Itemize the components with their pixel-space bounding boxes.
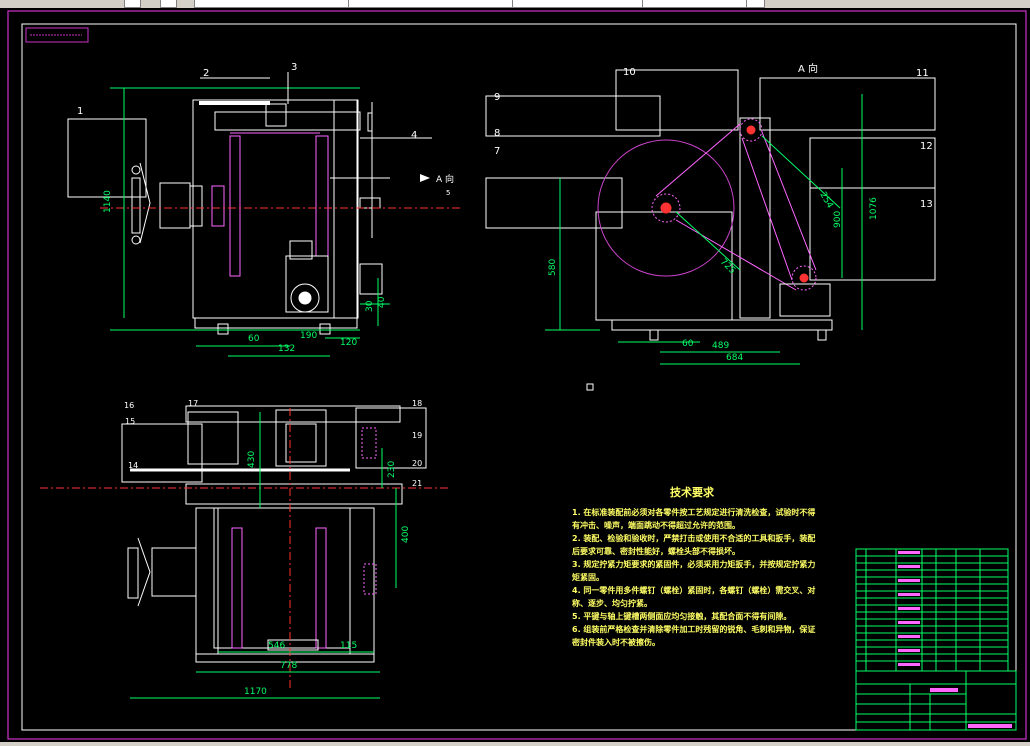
part-number: 4 [411, 130, 417, 141]
dim-label: 190 [300, 331, 317, 341]
dim-label: 430 [247, 451, 257, 468]
front-dims [110, 87, 390, 357]
dim-label: 1140 [103, 190, 113, 213]
part-number: 2 [203, 68, 209, 79]
dim-label: 778 [280, 661, 297, 671]
dim-label: 1076 [869, 197, 879, 220]
part-number: 12 [920, 141, 933, 152]
part-number: 5 [446, 189, 450, 197]
part-number: 15 [125, 417, 135, 426]
part-number: 16 [124, 401, 134, 410]
tech-item: 5. 平键与轴上键槽两侧面应均匀接触，其配合面不得有间隙。 [572, 612, 792, 621]
drawing-canvas[interactable]: A 向 1140 60 132 190 120 40 30 1 2 3 4 5 [0, 8, 1030, 742]
title-block [855, 670, 1017, 731]
dim-label: 580 [548, 259, 558, 276]
side-dims [545, 94, 863, 365]
part-number: 10 [623, 67, 636, 78]
dim-label: 489 [712, 341, 729, 351]
tech-item: 1. 在标准装配前必须对各零件按工艺规定进行清洗检查，试验时不得有冲击、噪声，端… [572, 508, 816, 530]
tech-requirements: 1. 在标准装配前必须对各零件按工艺规定进行清洗检查，试验时不得有冲击、噪声，端… [572, 506, 820, 649]
part-number: 7 [494, 146, 500, 157]
tech-item: 2. 装配、检验和验收时，严禁打击或使用不合适的工具和扳手，装配后要求可靠、密封… [572, 534, 816, 556]
dim-label: 40 [377, 296, 387, 308]
side-view [485, 69, 936, 341]
part-number: 13 [920, 199, 933, 210]
cad-drawing: A 向 1140 60 132 190 120 40 30 1 2 3 4 5 [7, 10, 1027, 740]
dim-label: 254 [817, 191, 834, 211]
dim-label: 725 [718, 257, 737, 276]
part-number: 11 [916, 68, 929, 79]
dim-label: 546 [268, 641, 285, 651]
part-number: 8 [494, 128, 500, 139]
dim-label: 30 [365, 300, 375, 312]
parts-list [855, 548, 1009, 672]
lineweight-dropdown[interactable] [512, 0, 643, 8]
part-number: 1 [77, 106, 83, 117]
part-number: 17 [188, 399, 198, 408]
toolbar-icon[interactable] [124, 0, 141, 8]
dim-label: 1170 [244, 687, 267, 697]
toolbar-icon[interactable] [160, 0, 177, 8]
dim-label: 115 [340, 641, 357, 651]
dim-label: 900 [833, 211, 843, 228]
part-number: 21 [412, 479, 422, 488]
linetype-dropdown[interactable] [348, 0, 513, 8]
front-view [67, 99, 383, 335]
dim-label: 132 [278, 344, 295, 354]
dim-label: 230 [387, 461, 397, 478]
dim-label: 60 [682, 339, 694, 349]
part-number: 9 [494, 92, 500, 103]
arrow-a-label: A 向 [436, 173, 454, 185]
part-number: 3 [291, 62, 297, 73]
toolbar-icon[interactable] [746, 0, 765, 8]
tech-item: 6. 组装前严格检查并清除零件加工时残留的锐角、毛刺和异物，保证密封件装入时不被… [572, 625, 816, 647]
dim-label: 400 [401, 526, 411, 543]
plotstyle-dropdown[interactable] [642, 0, 747, 8]
dim-label: 60 [248, 334, 260, 344]
layer-dropdown[interactable] [194, 0, 349, 8]
tech-item: 3. 规定拧紧力矩要求的紧固件，必须采用力矩扳手，并按规定拧紧力矩紧固。 [572, 560, 816, 582]
part-number: 19 [412, 431, 422, 440]
snap-marker [586, 383, 594, 391]
outer-frame [7, 10, 1027, 740]
tech-item: 4. 同一零件用多件螺钉（螺栓）紧固时，各螺钉（螺栓）需交叉、对称、逐步、均匀拧… [572, 586, 816, 608]
part-number: 20 [412, 459, 422, 468]
dim-label: 120 [340, 338, 357, 348]
top-view [121, 405, 427, 663]
tech-requirements-title: 技术要求 [670, 486, 714, 499]
view-label-a: A 向 [798, 62, 818, 75]
part-number: 18 [412, 399, 422, 408]
part-number: 14 [128, 461, 138, 470]
dim-label: 684 [726, 353, 743, 363]
